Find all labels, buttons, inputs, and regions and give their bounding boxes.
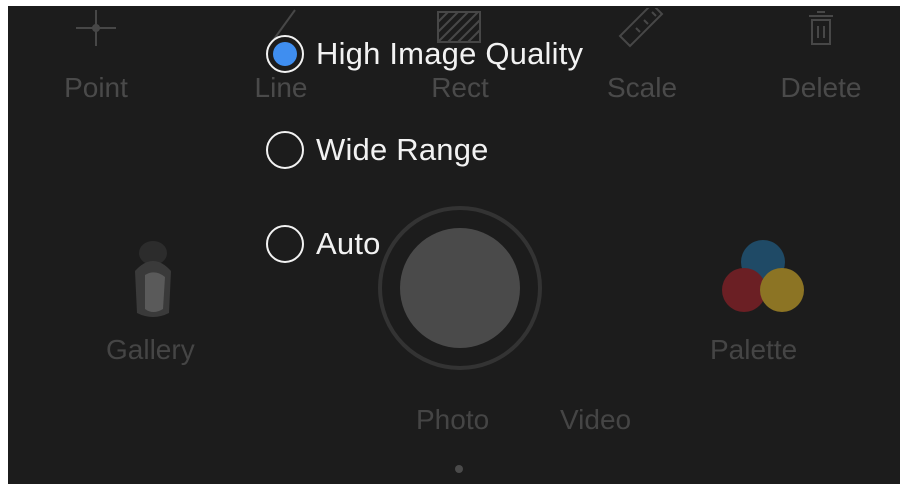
scale-tool-label: Scale: [606, 72, 678, 103]
delete-tool-label: Delete: [780, 72, 862, 103]
gallery-label: Gallery: [106, 334, 195, 365]
option-high-image-quality[interactable]: High Image Quality: [266, 35, 583, 73]
mode-indicator-dot: [455, 465, 463, 473]
crosshair-icon: [41, 8, 151, 48]
radio-unselected-icon[interactable]: [266, 131, 304, 169]
trash-icon: [766, 8, 876, 48]
mode-video[interactable]: Video: [560, 404, 631, 436]
option-auto[interactable]: Auto: [266, 225, 381, 263]
option-label: Wide Range: [316, 132, 489, 167]
radio-dot: [273, 42, 297, 66]
line-tool-label: Line: [254, 72, 308, 103]
option-label: Auto: [316, 226, 381, 261]
mode-photo[interactable]: Photo: [416, 404, 489, 436]
camera-screen: Point Line Rect Scale Delete Gallery Pal…: [8, 6, 900, 484]
ruler-icon: [587, 8, 697, 48]
gallery-thumbnail[interactable]: [123, 231, 183, 321]
palette-icon[interactable]: [718, 236, 808, 316]
radio-selected-icon[interactable]: [266, 35, 304, 73]
radio-unselected-icon[interactable]: [266, 225, 304, 263]
rect-tool-label: Rect: [431, 72, 489, 103]
option-label: High Image Quality: [316, 36, 584, 71]
option-wide-range[interactable]: Wide Range: [266, 131, 489, 169]
palette-label: Palette: [710, 334, 798, 365]
point-tool-label: Point: [64, 72, 128, 103]
shutter-button[interactable]: [400, 228, 520, 348]
